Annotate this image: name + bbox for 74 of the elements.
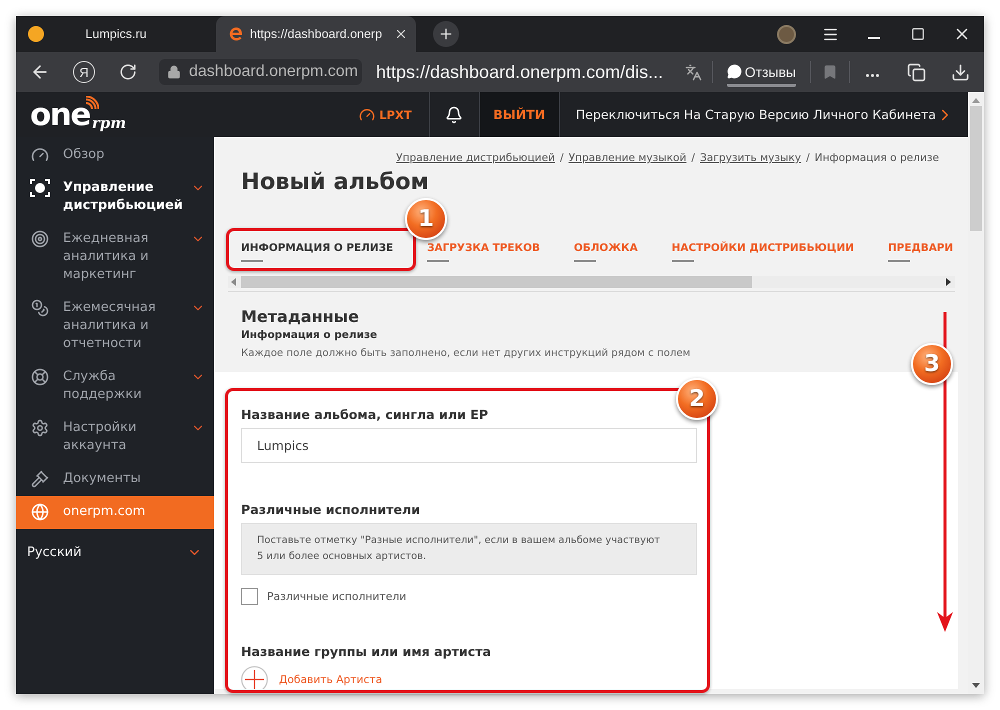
sidebar-item[interactable]: Управление дистрибьюцией [16,172,214,222]
checkbox-label: Различные исполнители [267,590,406,603]
checkbox[interactable] [241,588,258,605]
favicon-icon [228,26,244,42]
scroll-down-icon [972,683,980,688]
browser-tab[interactable]: Lumpics.ru [16,16,216,52]
add-artist-button[interactable]: Добавить Артиста [241,666,382,689]
translate-icon [685,64,702,80]
scroll-up-icon [972,98,980,103]
horizontal-scrollbar[interactable] [228,276,955,288]
field-label: Различные исполнители [241,502,420,518]
logout-button[interactable]: ВЫЙТИ [480,92,559,137]
sidebar-item[interactable]: Ежемесячная аналитика и отчетности [16,292,214,360]
info-note: Поставьте отметку "Разные исполнители", если в вашем альбоме участвуют 5 или более основных артистов. [241,523,697,575]
section-hint: Каждое поле должно быть заполнено, если нет других инструкций рядом с полем [241,347,690,361]
copy-icon [906,62,926,82]
sidebar-item[interactable]: Ежедневная аналитика и маркетинг [16,222,214,292]
sidebar-item[interactable]: Настройки аккаунта [16,412,214,462]
breadcrumb-link[interactable]: Загрузить музыку [700,151,802,165]
download-icon [950,62,970,82]
scroll-right-icon [945,278,951,286]
section-subtitle: Информация о релизе [241,328,378,342]
favicon-icon [28,26,44,42]
switch-version-link[interactable]: Переключиться На Старую Версию Личного Кабинета [560,92,968,137]
gavel-icon [31,470,49,488]
lifebuoy-icon [31,368,49,386]
bell-icon [445,106,464,124]
minimize-icon [868,37,880,39]
globe-icon [31,503,49,521]
logo-suffix: rpm [92,116,126,131]
page-title: Новый альбом [241,169,429,196]
reload-icon [119,63,137,81]
gear-icon [31,419,49,437]
sidebar-item[interactable]: Служба поддержки [16,360,214,412]
more-icon [866,74,878,76]
field-label: Название альбома, сингла или EP [241,407,488,423]
sidebar-item[interactable]: Обзор [16,138,214,172]
address-field[interactable]: https://dashboard.onerpm.com/dis... [376,62,664,82]
new-tab-button[interactable] [433,21,459,47]
sidebar-item[interactable]: Документы [16,462,214,496]
logo-wordmark: one [30,100,90,131]
scroll-left-icon [231,278,237,286]
plus-icon [438,26,454,42]
breadcrumb-separator: / [691,151,695,165]
vertical-scrollbar[interactable] [968,92,984,694]
scrollbar-thumb[interactable] [241,276,752,288]
avatar-icon [776,24,796,44]
section-title: Метаданные [241,307,359,327]
gauge-icon [359,106,376,122]
maximize-icon [911,27,925,41]
browser-tab[interactable]: https://dashboard.onerp [216,16,416,52]
breadcrumb-separator: / [560,151,564,165]
step-tab[interactable]: ИНФОРМАЦИЯ О РЕЛИЗЕ [241,242,394,262]
coin-frame-icon [30,179,50,197]
language-selector[interactable]: Русский [16,544,214,562]
coins-icon [31,299,49,317]
scrollbar-thumb[interactable] [970,106,982,231]
breadcrumb-separator: / [806,151,810,165]
breadcrumb-current: Информация о релизе [814,151,939,165]
chat-bubble-icon [726,64,742,79]
breadcrumb-link[interactable]: Управление дистрибьюцией [396,151,555,165]
lock-icon [167,65,181,79]
credits-button[interactable]: LPXT [359,92,429,137]
home-button[interactable]: Я [73,61,95,83]
field-label: Название группы или имя артиста [241,644,491,660]
target-icon [31,230,49,248]
bookmark-icon [822,64,838,80]
text-input[interactable]: Lumpics [241,428,697,463]
feedback-button[interactable]: Отзывы [726,64,796,86]
plus-circle-icon [241,666,268,689]
breadcrumb-link[interactable]: Управление музыкой [568,151,686,165]
site-info-button[interactable]: dashboard.onerpm.com [159,59,362,85]
gauge-icon [31,146,49,164]
close-tab-icon[interactable] [394,27,408,41]
